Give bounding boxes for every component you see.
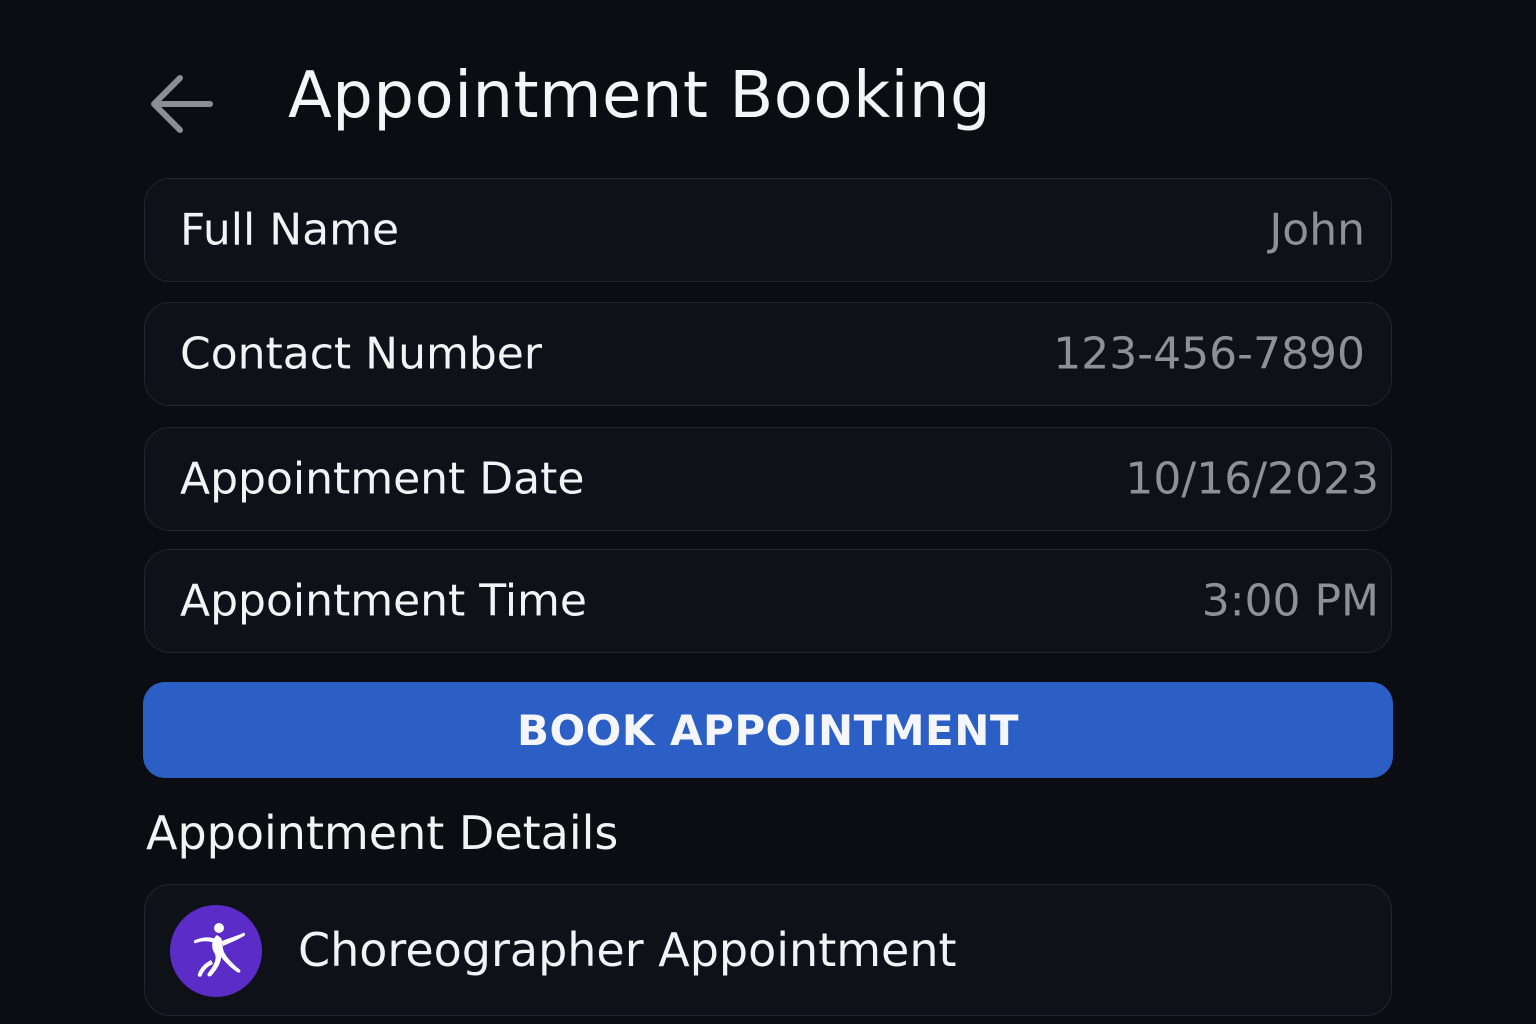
arrow-left-icon — [151, 75, 213, 133]
appointment-time-field[interactable]: Appointment Time 3:00 PM — [144, 549, 1392, 653]
full-name-field[interactable]: Full Name John — [144, 178, 1392, 282]
contact-number-label: Contact Number — [180, 328, 542, 380]
back-button[interactable] — [144, 60, 224, 140]
full-name-label: Full Name — [180, 204, 400, 256]
appointment-time-label: Appointment Time — [180, 575, 587, 627]
page-title: Appointment Booking — [288, 59, 992, 133]
appointment-detail-label: Choreographer Appointment — [298, 923, 957, 977]
dancer-icon — [193, 923, 246, 977]
appointment-time-value: 3:00 PM — [1201, 575, 1379, 627]
avatar — [170, 905, 262, 997]
appointment-booking-screen: Appointment Booking Full Name John Conta… — [0, 0, 1536, 1024]
appointment-detail-item[interactable]: Choreographer Appointment — [144, 884, 1392, 1016]
book-appointment-button[interactable]: BOOK APPOINTMENT — [143, 682, 1393, 778]
appointment-date-value: 10/16/2023 — [1125, 453, 1379, 505]
appointment-date-field[interactable]: Appointment Date 10/16/2023 — [144, 427, 1392, 531]
contact-number-field[interactable]: Contact Number 123-456-7890 — [144, 302, 1392, 406]
appointment-date-label: Appointment Date — [180, 453, 585, 505]
header: Appointment Booking — [144, 52, 1394, 152]
appointment-details-heading: Appointment Details — [146, 806, 619, 860]
full-name-value: John — [1269, 204, 1365, 256]
contact-number-value: 123-456-7890 — [1053, 328, 1365, 380]
